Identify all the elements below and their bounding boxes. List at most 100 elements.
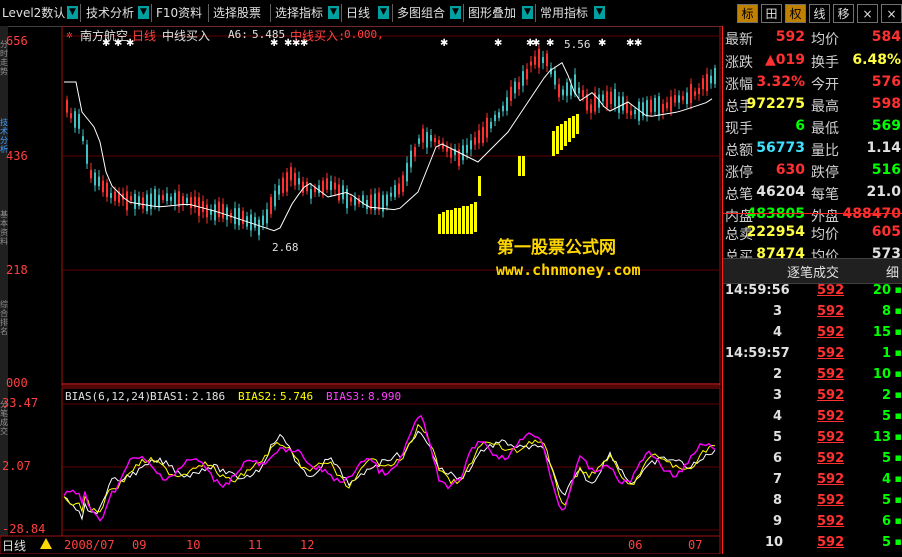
bias-y-high: 33.47: [2, 396, 39, 410]
tech-analysis-menu[interactable]: 技术分析: [86, 3, 134, 23]
common-indicator-menu[interactable]: 常用指标: [540, 3, 588, 23]
trade-time: 14:59:57: [725, 346, 790, 361]
quote-label: 今开: [811, 77, 839, 93]
quote-row: 总额 56773 量比 1.14: [723, 140, 902, 162]
x-label: 2008/07: [64, 538, 115, 552]
left-tab-rank[interactable]: 综合排名: [0, 300, 8, 336]
chevron-down-icon[interactable]: ▼: [67, 6, 78, 19]
sell-dot-icon: ▪: [894, 472, 902, 485]
sell-dot-icon: ▪: [894, 367, 902, 380]
trade-price: 592: [817, 346, 845, 361]
grid-button[interactable]: 田: [761, 4, 782, 23]
buy-signal-bar: [450, 210, 453, 234]
quote-value: 3.32%: [756, 74, 805, 90]
period-switch-button[interactable]: 日线: [2, 537, 26, 554]
chevron-down-icon[interactable]: ▼: [378, 6, 389, 19]
trade-time: 7: [773, 472, 783, 487]
trade-time: 9: [773, 514, 783, 529]
select-stock-menu[interactable]: 选择股票: [213, 3, 261, 23]
trade-volume: 4: [881, 472, 891, 487]
select-indicator-menu[interactable]: 选择指标: [275, 3, 323, 23]
trade-volume: 2: [881, 388, 891, 403]
bias1-label: BIAS1:: [150, 390, 190, 403]
separator: [392, 4, 393, 22]
buy-signal-bar: [572, 116, 575, 138]
separator: [208, 4, 209, 22]
quote-label: 换手: [811, 55, 839, 71]
close-window-icon[interactable]: ×: [881, 4, 902, 23]
price-high-label: 5.56: [564, 38, 591, 51]
bias2-value: 5.746: [280, 390, 314, 403]
buy-signal-bar: [556, 126, 559, 154]
quote-label: 总笔: [725, 187, 753, 203]
quote-label: 最新: [725, 32, 753, 48]
sell-dot-icon: ▪: [894, 346, 902, 359]
x-label: 11: [248, 538, 263, 552]
mark-button[interactable]: 标: [737, 4, 758, 23]
main-chart-frame: [61, 26, 721, 387]
y-label-low: 218: [6, 263, 28, 277]
star-marker: ✱: [440, 38, 448, 49]
quote-value: 46204: [756, 184, 805, 200]
trade-row: 5 592 13 ▪: [723, 430, 902, 452]
level2-menu[interactable]: Level2数认: [2, 3, 65, 23]
sell-dot-icon: ▪: [894, 388, 902, 401]
trades-header[interactable]: 逐笔成交 细: [723, 258, 902, 284]
trade-volume: 5: [881, 493, 891, 508]
trade-time: 14:59:56: [725, 283, 790, 298]
buy-signal-bar: [462, 206, 465, 234]
trade-volume: 15: [872, 325, 891, 340]
f10-menu[interactable]: F10资料: [156, 3, 202, 23]
quote-value: 483805: [746, 206, 805, 222]
rights-button[interactable]: 权: [785, 4, 806, 23]
buy-signal-bar: [466, 206, 469, 234]
trade-time: 8: [773, 493, 783, 508]
chevron-down-icon[interactable]: ▼: [138, 6, 149, 19]
trades-title: 逐笔成交: [787, 266, 840, 281]
sell-dot-icon: ▪: [894, 535, 902, 548]
buy-signal-bar: [564, 121, 567, 146]
chevron-down-icon[interactable]: ▼: [328, 6, 339, 19]
star-marker: ✱: [598, 38, 606, 49]
trade-volume: 20: [872, 283, 891, 298]
line-button[interactable]: 线: [809, 4, 830, 23]
separator: [270, 4, 271, 22]
trade-row: 9 592 6 ▪: [723, 514, 902, 536]
trade-row: 3 592 8 ▪: [723, 304, 902, 326]
quote-value: 972275: [746, 96, 805, 112]
daily-menu[interactable]: 日线: [346, 3, 370, 23]
quote-label: 总额: [725, 143, 753, 159]
x-label: 06: [628, 538, 643, 552]
trade-volume: 5: [881, 451, 891, 466]
trade-price: 592: [817, 283, 845, 298]
x-label: 09: [132, 538, 147, 552]
quote-value: 1.14: [866, 140, 901, 156]
quote-label: 每笔: [811, 187, 839, 203]
close-panel-icon[interactable]: ×: [857, 4, 878, 23]
chevron-down-icon[interactable]: ▼: [522, 6, 533, 19]
quote-value: 592: [775, 29, 805, 45]
move-button[interactable]: 移: [833, 4, 854, 23]
sell-dot-icon: ▪: [894, 304, 902, 317]
buy-signal-bar: [560, 124, 563, 150]
bias-y-low: -28.84: [2, 522, 46, 536]
left-tab-basic[interactable]: 基本资料: [0, 210, 8, 246]
stock-name: 南方航空: [80, 29, 129, 43]
buy-signal-bar: [522, 156, 525, 176]
trade-volume: 13: [872, 430, 891, 445]
chevron-down-icon[interactable]: ▼: [450, 6, 461, 19]
y-label-zero: 000: [6, 376, 28, 390]
multi-chart-menu[interactable]: 多图组合: [397, 3, 445, 23]
sell-dot-icon: ▪: [894, 493, 902, 506]
overlay-menu[interactable]: 图形叠加: [468, 3, 516, 23]
triangle-up-icon[interactable]: [40, 538, 52, 549]
config-icon[interactable]: ✲: [66, 28, 73, 41]
chart-canvas[interactable]: ✱ ✱ ✱ ✱ ✱ ✱ ✱ ✱ ✱ ✱✱ ✱ ✱ ✱ ✱: [0, 26, 722, 554]
star-marker: ✱: [532, 38, 540, 49]
trades-detail-button[interactable]: 细: [886, 262, 899, 281]
price-low-label: 2.68: [272, 241, 299, 254]
quote-label: 均价: [811, 227, 839, 243]
quote-value: 488470: [842, 206, 901, 222]
chevron-down-icon[interactable]: ▼: [594, 6, 605, 19]
quote-value: 576: [871, 74, 901, 90]
